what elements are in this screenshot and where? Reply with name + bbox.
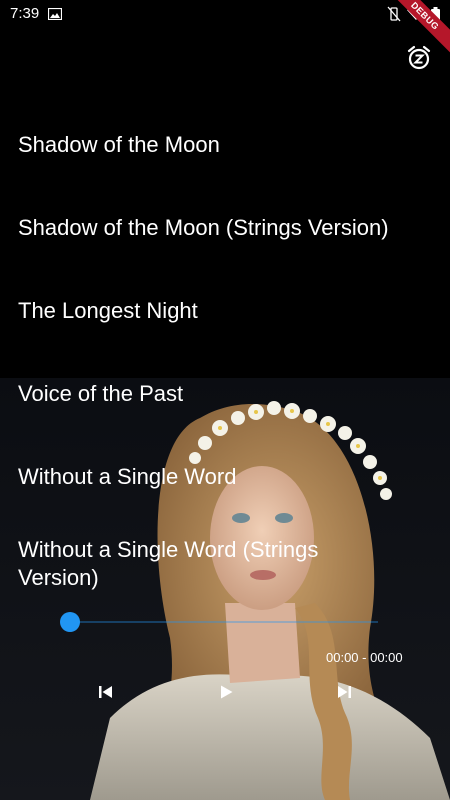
status-bar: 7:39	[0, 0, 450, 30]
status-time: 7:39	[10, 5, 40, 22]
time-display: 00:00 - 00:00	[326, 650, 403, 665]
track-item[interactable]: Without a Single Word (Strings Version)	[18, 536, 358, 592]
seek-slider[interactable]	[60, 612, 378, 632]
track-item[interactable]: Shadow of the Moon (Strings Version)	[18, 214, 438, 242]
track-item[interactable]: Shadow of the Moon	[18, 131, 438, 159]
sleep-timer-icon[interactable]	[406, 45, 432, 71]
skip-previous-icon[interactable]	[96, 682, 116, 702]
seek-track	[70, 621, 378, 623]
track-item[interactable]: The Longest Night	[18, 297, 438, 325]
track-item[interactable]: Without a Single Word	[18, 463, 438, 491]
track-item[interactable]: Voice of the Past	[18, 380, 438, 408]
image-icon	[48, 8, 62, 20]
vibrate-mute-icon	[387, 6, 401, 22]
play-icon[interactable]	[216, 682, 236, 702]
playback-controls	[0, 680, 450, 704]
music-player-screen: 7:39 DEBUG Shadow of the Moon Shadow of …	[0, 0, 450, 800]
seek-thumb[interactable]	[60, 612, 80, 632]
skip-next-icon[interactable]	[334, 682, 354, 702]
